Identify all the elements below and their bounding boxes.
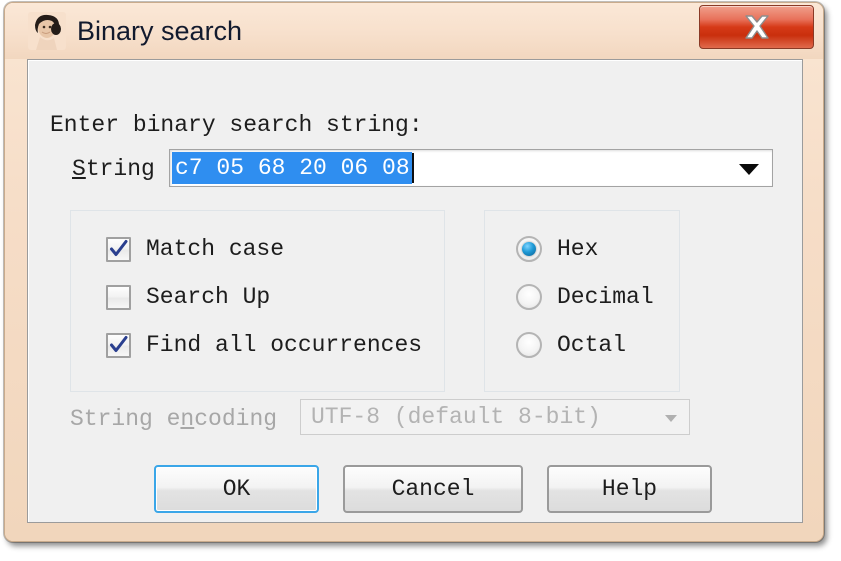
checkbox-label: Find all occurrences [146,332,423,358]
radio-hex[interactable]: Hex [516,236,598,262]
checkbox-find-all-occurrences[interactable]: Find all occurrences [106,332,422,358]
radio-decimal[interactable]: Decimal [516,284,654,310]
radio-label: Decimal [557,284,654,310]
text-caret [412,153,414,183]
string-encoding-value: UTF-8 (default 8-bit) [311,404,601,430]
checkbox-checked-icon[interactable] [106,332,131,358]
checkbox-search-up[interactable]: Search Up [106,284,270,310]
search-string-combobox[interactable]: c7 05 68 20 06 08 [169,149,773,187]
radio-selected-icon[interactable] [516,236,542,262]
ok-button[interactable]: OK [154,465,319,513]
dialog-client-area: Enter binary search string: String c7 05… [27,59,803,523]
radio-label: Hex [557,236,599,262]
binary-search-dialog: Binary search Enter binary search string… [4,2,824,542]
encoding-label-mnemonic: n [180,406,195,432]
radio-unselected-icon[interactable] [516,284,542,310]
checkbox-unchecked-icon[interactable] [106,284,131,310]
radio-octal[interactable]: Octal [516,332,626,358]
checkbox-label: Search Up [146,284,271,310]
radio-unselected-icon[interactable] [516,332,542,358]
close-icon [700,6,813,48]
chevron-down-icon [665,415,677,422]
window-title: Binary search [77,16,243,46]
string-label-mnemonic: S [72,156,86,182]
string-encoding-label: String encoding [70,406,277,432]
cancel-button[interactable]: Cancel [343,465,523,513]
prompt-label: Enter binary search string: [50,112,423,138]
close-button[interactable] [699,5,814,49]
encoding-label-post: coding [194,406,278,432]
string-label-rest: tring [85,156,155,182]
radio-label: Octal [557,332,627,358]
string-encoding-combobox: UTF-8 (default 8-bit) [300,399,690,435]
search-string-input[interactable]: c7 05 68 20 06 08 [172,152,412,184]
checkbox-match-case[interactable]: Match case [106,236,284,262]
encoding-label-pre: String e [70,406,181,432]
string-field-label: String [72,156,155,182]
checkbox-label: Match case [146,236,285,262]
checkbox-checked-icon[interactable] [106,236,131,262]
chevron-down-icon[interactable] [739,164,759,175]
title-bar[interactable]: Binary search [5,3,823,59]
portrait-icon [28,12,66,50]
help-button[interactable]: Help [547,465,712,513]
